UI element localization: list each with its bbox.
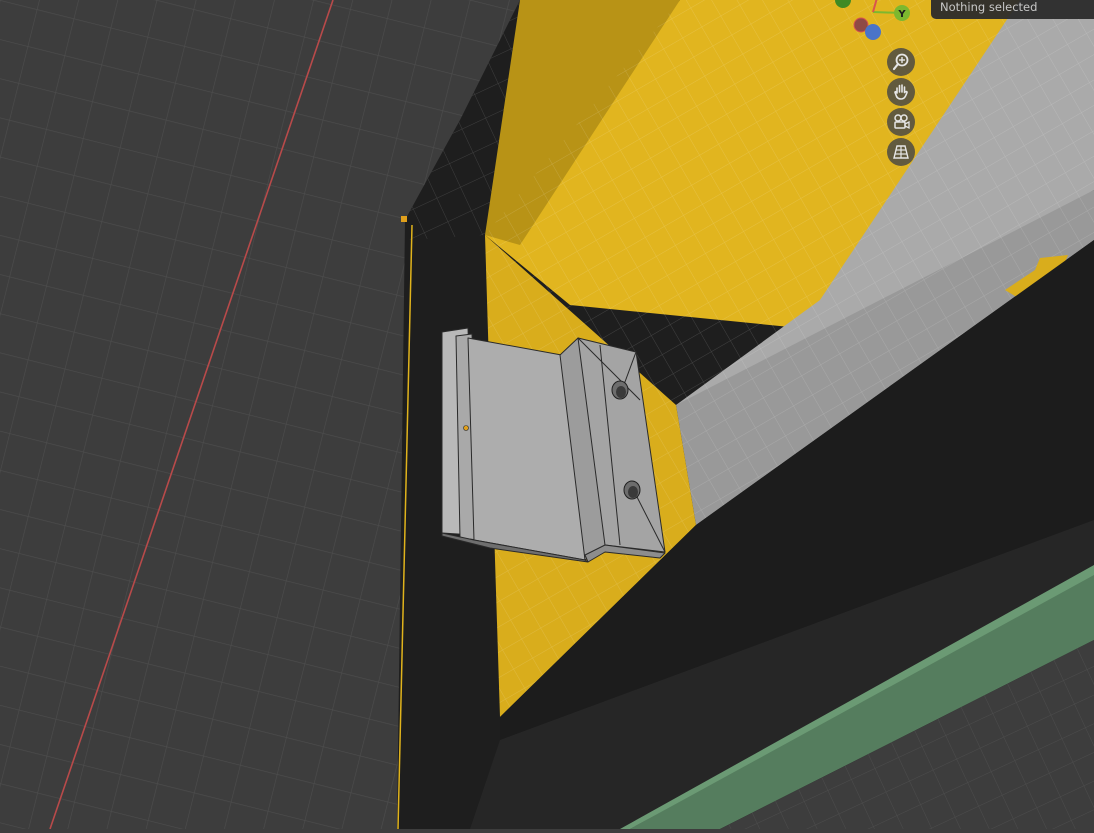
gizmo-y-label: Y [897,9,906,20]
perspective-toggle-button[interactable] [887,138,915,166]
zoom-icon [892,53,909,71]
perspective-grid-icon [893,145,909,159]
selection-status-text: Nothing selected [940,0,1038,14]
navigation-gizmo[interactable]: Y [825,0,925,50]
3d-viewport[interactable]: Y Nothing selected [0,0,1094,830]
gizmo-z-dot[interactable] [865,24,881,40]
camera-view-button[interactable] [887,108,915,136]
bolt-hole-bottom-inner [628,486,638,498]
pan-button[interactable] [887,78,915,106]
object-origin-dot [463,425,469,431]
zoom-button[interactable] [887,48,915,76]
selection-status-panel: Nothing selected [931,0,1094,19]
origin-marker [401,216,407,222]
viewport-scene [0,0,1094,830]
gizmo-x-axis-line [872,0,878,13]
gizmo-y-neg-dot[interactable] [835,0,851,8]
bolt-hole-top-inner [616,386,626,398]
bracket-mesh [441,327,666,563]
pan-hand-icon [894,84,908,100]
camera-icon [894,114,910,130]
